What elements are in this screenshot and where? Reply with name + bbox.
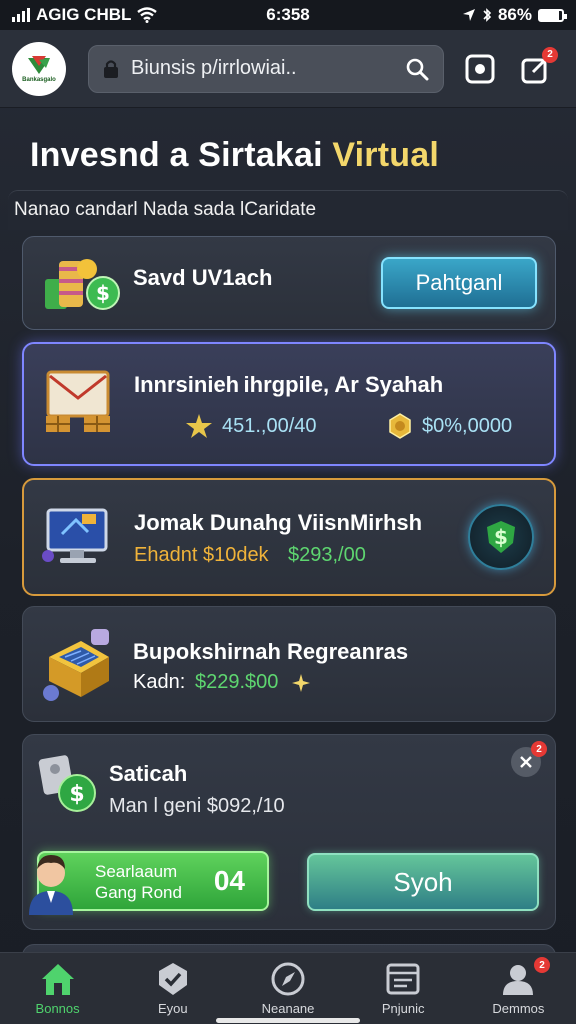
card-monitor-line-orange: Ehadnt $10dek bbox=[134, 544, 269, 566]
dollar-shield-icon: $ bbox=[487, 521, 515, 553]
avatar bbox=[29, 855, 73, 915]
page-subtitle: Nanao candarl Nada sada lCaridate bbox=[14, 199, 317, 220]
nav-item-document[interactable]: Pnjunic bbox=[346, 953, 461, 1024]
battery-percent: 86% bbox=[497, 5, 532, 24]
location-icon bbox=[462, 9, 475, 21]
card-chest-line-prefix: Kadn: bbox=[133, 671, 186, 693]
stat-2-value: $0%,0000 bbox=[422, 414, 513, 437]
sparkle-icon bbox=[292, 674, 310, 692]
card-savings-button[interactable]: Pahtganl bbox=[381, 257, 537, 309]
page-title: Invesnd a Sirtakai Virtual bbox=[30, 136, 439, 175]
card-savings[interactable]: $ Savd UV1ach Pahtganl bbox=[22, 236, 556, 330]
promo-text: Searlaaum Gang Rond bbox=[95, 861, 182, 903]
compass-icon bbox=[271, 962, 305, 996]
card-promo-button[interactable]: Syoh bbox=[307, 853, 539, 911]
nav-label-profile: Demmos bbox=[492, 1001, 545, 1016]
card-investment-stat-2: $0%,0000 bbox=[386, 412, 512, 440]
svg-text:$: $ bbox=[69, 782, 84, 807]
envelope-icon bbox=[46, 370, 110, 432]
nav-label-document: Pnjunic bbox=[381, 1001, 425, 1016]
scan-icon bbox=[465, 54, 495, 83]
nav-label-home: Bonnos bbox=[35, 1001, 80, 1016]
card-monitor-line-green: $293,/00 bbox=[288, 544, 366, 566]
bluetooth-icon bbox=[483, 8, 492, 22]
star-icon bbox=[186, 414, 212, 438]
search-input[interactable]: Biunsis p/irrlowiai.. bbox=[131, 57, 405, 80]
app-logo[interactable]: Bankasgalo bbox=[12, 41, 66, 96]
promo-line-2: Gang Rond bbox=[95, 883, 182, 902]
status-time: 6:358 bbox=[266, 5, 310, 24]
scan-button[interactable] bbox=[460, 49, 500, 89]
card-monitor-title: Jomak Dunahg ViisnMirhsh bbox=[134, 510, 423, 535]
card-monitor[interactable]: Jomak Dunahg ViisnMirhsh Ehadnt $10dek $… bbox=[22, 478, 556, 596]
monitor-icon bbox=[42, 508, 108, 563]
status-bar: AGIG CHBL 6:358 86% bbox=[0, 0, 576, 30]
bottom-nav: Bonnos Eyou Neanane Pnjunic 2 Demmos bbox=[0, 952, 576, 1024]
card-promo[interactable]: $ Saticah Man l geni $092,/10 2 Searlaau… bbox=[22, 734, 556, 930]
close-badge: 2 bbox=[531, 741, 547, 757]
nav-label-shield: Eyou bbox=[157, 1001, 188, 1016]
money-bag-icon: $ bbox=[38, 755, 96, 812]
logo-mark-icon bbox=[28, 56, 50, 74]
home-icon bbox=[41, 964, 74, 995]
card-promo-line: Man l geni $092,/10 bbox=[109, 795, 285, 817]
logo-text: Bankasgalo bbox=[22, 77, 56, 83]
subtitle-row: Nanao candarl Nada sada lCaridate bbox=[8, 190, 568, 230]
profile-icon bbox=[503, 965, 534, 995]
card-promo-title: Saticah bbox=[109, 761, 188, 786]
gold-coin-icon bbox=[389, 413, 411, 439]
card-chest[interactable]: Bupokshirnah Regreanras Kadn: $229.$00 bbox=[22, 606, 556, 722]
title-main: Invesnd a Sirtakai bbox=[30, 136, 323, 174]
battery-icon bbox=[538, 8, 567, 22]
stat-1-value: 451.,00/40 bbox=[222, 414, 317, 437]
card-chest-line-value: $229.$00 bbox=[195, 671, 279, 693]
promo-line-1: Searlaaum bbox=[95, 862, 178, 881]
signal-icon bbox=[12, 8, 30, 22]
search-bar[interactable]: Biunsis p/irrlowiai.. bbox=[88, 44, 444, 93]
card-savings-title: Savd UV1ach bbox=[133, 265, 273, 290]
svg-text:$: $ bbox=[96, 281, 110, 305]
shield-check-icon bbox=[158, 963, 187, 995]
nav-item-shield[interactable]: Eyou bbox=[115, 953, 230, 1024]
nav-item-profile[interactable]: 2 Demmos bbox=[461, 953, 576, 1024]
profile-badge: 2 bbox=[534, 957, 551, 973]
nav-item-home[interactable]: Bonnos bbox=[0, 953, 115, 1024]
svg-text:$: $ bbox=[494, 525, 508, 549]
nav-label-compass: Neanane bbox=[261, 1001, 315, 1016]
card-investment[interactable]: Innrsinieh ihrgpile, Ar Syahah 451.,00/4… bbox=[22, 342, 556, 466]
document-icon bbox=[386, 963, 420, 995]
card-investment-title: Innrsinieh ihrgpile, Ar Syahah bbox=[134, 372, 444, 397]
card-chest-title: Bupokshirnah Regreanras bbox=[133, 639, 409, 664]
wifi-icon bbox=[137, 7, 158, 23]
nav-item-compass[interactable]: Neanane bbox=[230, 953, 345, 1024]
title-accent: Virtual bbox=[332, 136, 439, 174]
carrier-name: AGIG CHBL bbox=[36, 5, 132, 24]
app-header: Bankasgalo Biunsis p/irrlowiai.. 2 bbox=[0, 30, 576, 108]
notification-badge: 2 bbox=[542, 46, 558, 63]
close-icon bbox=[520, 756, 532, 768]
treasure-chest-icon bbox=[43, 629, 109, 701]
coins-stack-icon: $ bbox=[45, 259, 120, 310]
notifications-button[interactable]: 2 bbox=[516, 46, 558, 89]
card-monitor-action[interactable]: $ bbox=[468, 504, 534, 570]
lock-icon bbox=[104, 59, 118, 78]
search-icon[interactable] bbox=[405, 57, 429, 81]
promo-number: 04 bbox=[213, 865, 245, 896]
home-indicator bbox=[216, 1018, 360, 1023]
card-investment-stat-1: 451.,00/40 bbox=[184, 412, 317, 440]
card-promo-close-button[interactable]: 2 bbox=[511, 741, 547, 777]
